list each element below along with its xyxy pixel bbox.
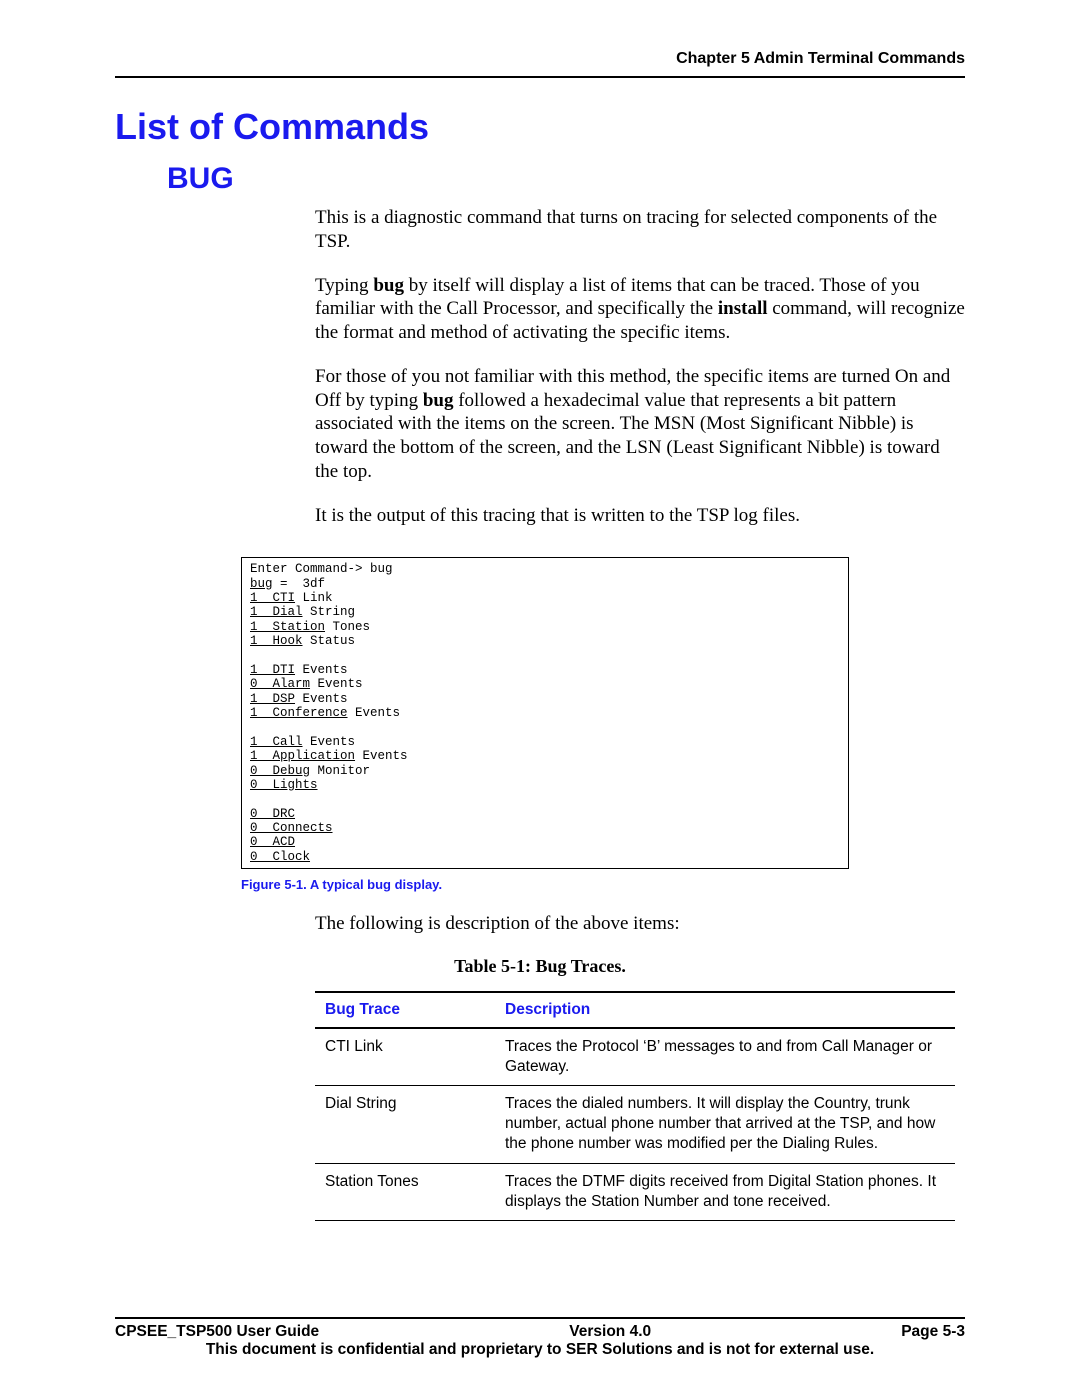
fig-g2-l1-b: Events	[295, 663, 348, 677]
paragraph-2: Typing bug by itself will display a list…	[315, 274, 965, 345]
fig-g3-l3-a: 0 Debug	[250, 764, 310, 778]
fig-g2-l2-a: 0 Alarm	[250, 677, 310, 691]
table-cell-desc: Traces the dialed numbers. It will displ…	[495, 1086, 955, 1163]
page-footer: CPSEE_TSP500 User Guide Version 4.0 Page…	[115, 1317, 965, 1359]
fig-line-cmd: Enter Command-> bug	[250, 562, 393, 576]
table-cell-desc: Traces the DTMF digits received from Dig…	[495, 1163, 955, 1220]
table-header-row: Bug Trace Description	[315, 992, 955, 1028]
fig-g2-l1-a: 1 DTI	[250, 663, 295, 677]
fig-g4-l1-a: 0 DRC	[250, 807, 295, 821]
paragraph-3-bold-bug: bug	[423, 390, 454, 411]
fig-g2-l3-b: Events	[295, 692, 348, 706]
figure-caption: Figure 5-1. A typical bug display.	[241, 877, 965, 892]
body-block: This is a diagnostic command that turns …	[315, 206, 965, 527]
fig-g1-l1-b: Link	[295, 591, 333, 605]
footer-version: Version 4.0	[569, 1323, 651, 1341]
top-rule	[115, 76, 965, 78]
bug-traces-table: Bug Trace Description CTI Link Traces th…	[315, 991, 955, 1221]
paragraph-2-bold-install: install	[718, 298, 768, 319]
fig-g3-l2-a: 1 Application	[250, 749, 355, 763]
fig-g4-l3-a: 0 ACD	[250, 835, 295, 849]
fig-g3-l1-b: Events	[303, 735, 356, 749]
fig-line-val-a: bug	[250, 577, 273, 591]
fig-g2-l3-a: 1 DSP	[250, 692, 295, 706]
fig-g1-l4-a: 1 Hook	[250, 634, 303, 648]
fig-g2-l4-a: 1 Conference	[250, 706, 348, 720]
table-caption: Table 5-1: Bug Traces.	[115, 956, 965, 977]
paragraph-2-part-a: Typing	[315, 275, 373, 296]
fig-g2-l2-b: Events	[310, 677, 363, 691]
footer-row1: CPSEE_TSP500 User Guide Version 4.0 Page…	[115, 1323, 965, 1341]
table-row: Dial String Traces the dialed numbers. I…	[315, 1086, 955, 1163]
paragraph-1: This is a diagnostic command that turns …	[315, 206, 965, 254]
fig-g2-l4-b: Events	[348, 706, 401, 720]
paragraph-3: For those of you not familiar with this …	[315, 365, 965, 484]
table-header-bug-trace: Bug Trace	[315, 992, 495, 1028]
fig-g1-l3-a: 1 Station	[250, 620, 325, 634]
paragraph-2-bold-bug: bug	[373, 275, 404, 296]
page: Chapter 5 Admin Terminal Commands List o…	[0, 0, 1080, 1397]
table-cell-trace: Station Tones	[315, 1163, 495, 1220]
fig-g1-l2-b: String	[303, 605, 356, 619]
table-cell-trace: Dial String	[315, 1086, 495, 1163]
after-figure-intro-text: The following is description of the abov…	[315, 912, 965, 936]
footer-doc-title: CPSEE_TSP500 User Guide	[115, 1323, 319, 1341]
chapter-header: Chapter 5 Admin Terminal Commands	[115, 50, 965, 68]
fig-g4-l2-a: 0 Connects	[250, 821, 333, 835]
fig-g1-l4-b: Status	[303, 634, 356, 648]
heading-list-of-commands: List of Commands	[115, 106, 965, 148]
fig-g4-l4-a: 0 Clock	[250, 850, 310, 864]
table-cell-trace: CTI Link	[315, 1028, 495, 1086]
fig-g3-l4-a: 0 Lights	[250, 778, 318, 792]
table-row: CTI Link Traces the Protocol ‘B’ message…	[315, 1028, 955, 1086]
fig-g3-l1-a: 1 Call	[250, 735, 303, 749]
paragraph-4: It is the output of this tracing that is…	[315, 504, 965, 528]
table-header-description: Description	[495, 992, 955, 1028]
fig-g1-l1-a: 1 CTI	[250, 591, 295, 605]
fig-g1-l2-a: 1 Dial	[250, 605, 303, 619]
fig-g1-l3-b: Tones	[325, 620, 370, 634]
table-cell-desc: Traces the Protocol ‘B’ messages to and …	[495, 1028, 955, 1086]
fig-line-val-b: = 3df	[273, 577, 326, 591]
footer-page-number: Page 5-3	[901, 1323, 965, 1341]
fig-g3-l2-b: Events	[355, 749, 408, 763]
after-figure-intro: The following is description of the abov…	[315, 912, 965, 936]
bottom-rule	[115, 1317, 965, 1319]
heading-bug: BUG	[167, 162, 965, 196]
fig-g3-l3-b: Monitor	[310, 764, 370, 778]
table-row: Station Tones Traces the DTMF digits rec…	[315, 1163, 955, 1220]
figure-bug-display: Enter Command-> bug bug = 3df 1 CTI Link…	[241, 557, 849, 869]
footer-confidential: This document is confidential and propri…	[115, 1341, 965, 1359]
